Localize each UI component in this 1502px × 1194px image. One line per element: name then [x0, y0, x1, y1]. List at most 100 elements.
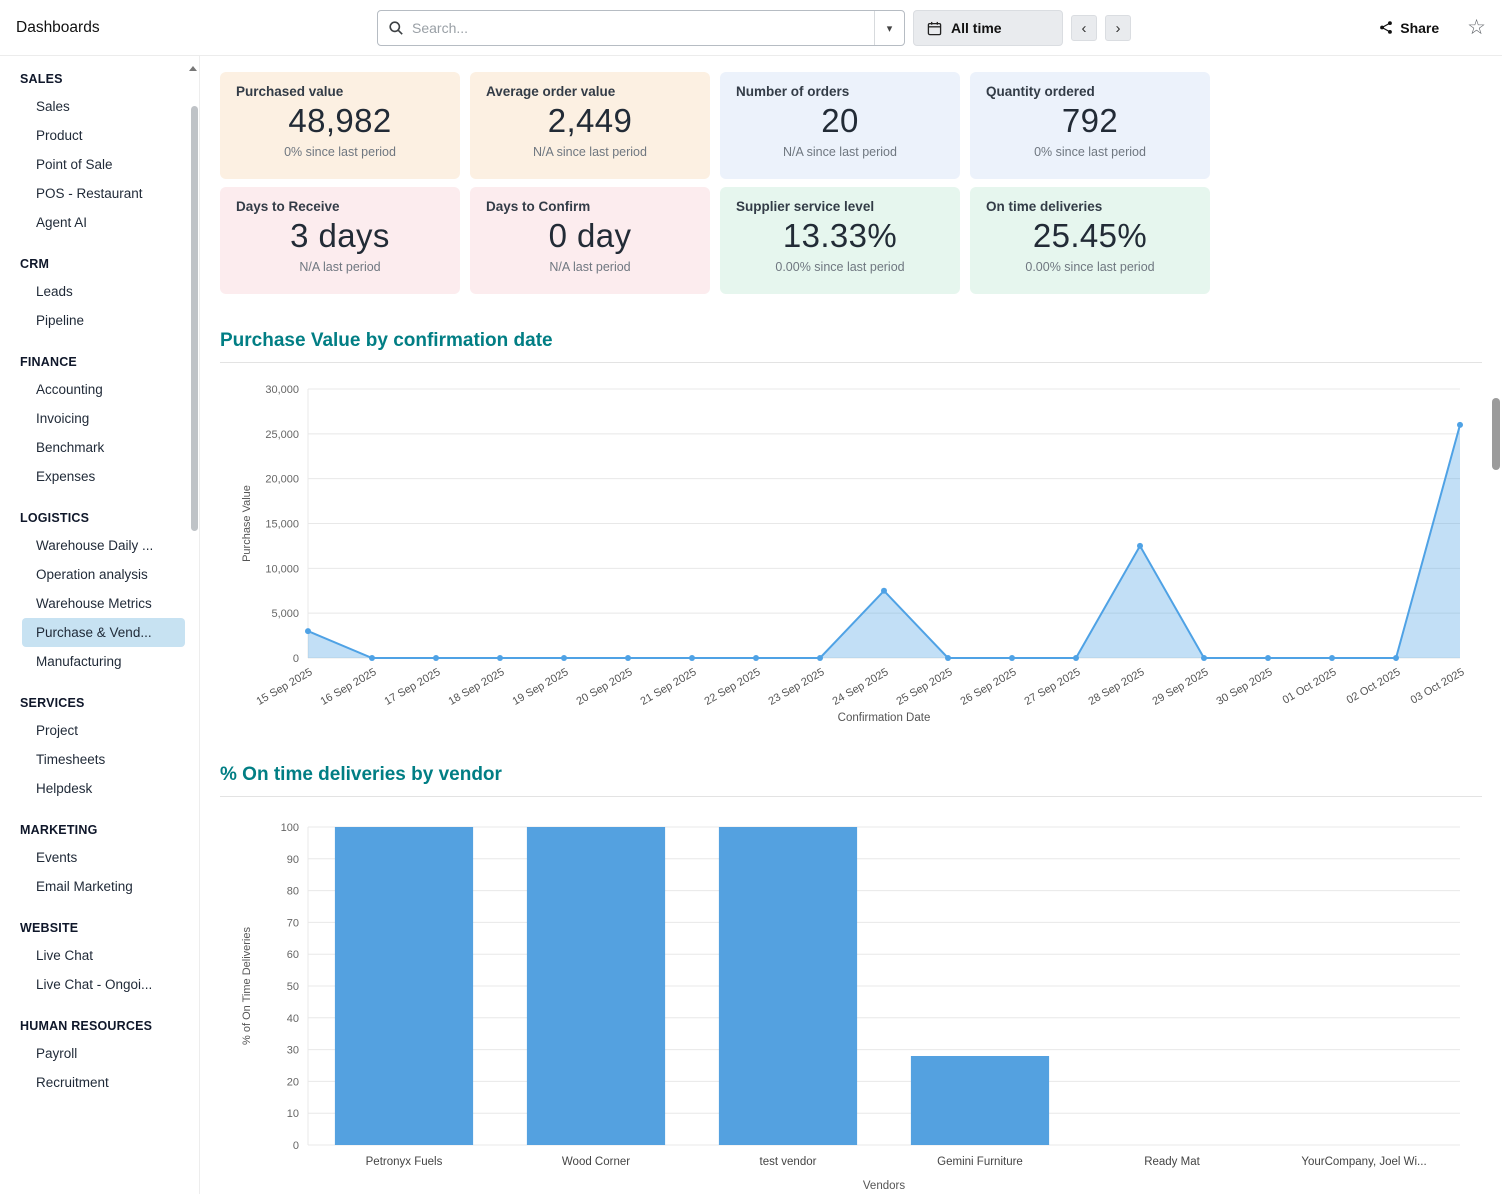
svg-text:60: 60: [287, 949, 299, 961]
svg-text:29 Sep 2025: 29 Sep 2025: [1150, 666, 1210, 708]
calendar-icon: [927, 21, 942, 36]
data-point[interactable]: [497, 655, 503, 661]
kpi-title: Days to Receive: [236, 199, 444, 214]
sidebar-item-helpdesk[interactable]: Helpdesk: [22, 774, 185, 803]
next-period-button[interactable]: ›: [1105, 15, 1131, 41]
kpi-subtitle: 0% since last period: [236, 145, 444, 159]
svg-text:26 Sep 2025: 26 Sep 2025: [958, 666, 1018, 708]
kpi-subtitle: 0% since last period: [986, 145, 1194, 159]
svg-text:21 Sep 2025: 21 Sep 2025: [638, 666, 698, 708]
svg-text:test vendor: test vendor: [760, 1156, 817, 1168]
kpi-card-purchased-value: Purchased value48,9820% since last perio…: [220, 72, 460, 179]
dashboard-content: Purchased value48,9820% since last perio…: [200, 56, 1502, 1194]
bar-test-vendor[interactable]: [719, 827, 857, 1145]
kpi-card-average-order-value: Average order value2,449N/A since last p…: [470, 72, 710, 179]
data-point[interactable]: [369, 655, 375, 661]
svg-text:30 Sep 2025: 30 Sep 2025: [1214, 666, 1274, 708]
data-point[interactable]: [1073, 655, 1079, 661]
data-point[interactable]: [1009, 655, 1015, 661]
bar-wood-corner[interactable]: [527, 827, 665, 1145]
sidebar-item-timesheets[interactable]: Timesheets: [22, 745, 185, 774]
kpi-value: 792: [986, 102, 1194, 140]
sidebar-item-project[interactable]: Project: [22, 716, 185, 745]
sidebar-item-recruitment[interactable]: Recruitment: [22, 1068, 185, 1097]
previous-period-button[interactable]: ‹: [1071, 15, 1097, 41]
search-box[interactable]: ▾: [377, 10, 905, 46]
sidebar-section-sales: SALES: [0, 62, 199, 92]
sidebar-item-pos-restaurant[interactable]: POS - Restaurant: [22, 179, 185, 208]
sidebar-item-live-chat-ongoi[interactable]: Live Chat - Ongoi...: [22, 970, 185, 999]
data-point[interactable]: [1137, 543, 1143, 549]
sidebar-item-payroll[interactable]: Payroll: [22, 1039, 185, 1068]
svg-text:20: 20: [287, 1076, 299, 1088]
date-filter-button[interactable]: All time: [913, 10, 1063, 46]
svg-text:100: 100: [281, 822, 299, 834]
svg-text:Purchase Value: Purchase Value: [241, 485, 253, 562]
svg-text:10,000: 10,000: [265, 563, 299, 575]
sidebar-item-purchase-vend[interactable]: Purchase & Vend...: [22, 618, 185, 647]
svg-text:20,000: 20,000: [265, 474, 299, 486]
sidebar-item-point-of-sale[interactable]: Point of Sale: [22, 150, 185, 179]
svg-text:25 Sep 2025: 25 Sep 2025: [894, 666, 954, 708]
svg-text:30,000: 30,000: [265, 384, 299, 396]
data-point[interactable]: [817, 655, 823, 661]
sidebar-scroll-up-arrow[interactable]: [189, 66, 197, 71]
kpi-value: 25.45%: [986, 217, 1194, 255]
data-point[interactable]: [1329, 655, 1335, 661]
kpi-card-days-to-receive: Days to Receive3 daysN/A last period: [220, 187, 460, 294]
sidebar-item-email-marketing[interactable]: Email Marketing: [22, 872, 185, 901]
sidebar-item-agent-ai[interactable]: Agent AI: [22, 208, 185, 237]
data-point[interactable]: [1265, 655, 1271, 661]
favorite-star-icon[interactable]: ☆: [1467, 17, 1486, 38]
kpi-value: 2,449: [486, 102, 694, 140]
sidebar-item-sales[interactable]: Sales: [22, 92, 185, 121]
svg-text:Ready Mat: Ready Mat: [1144, 1156, 1200, 1168]
share-button[interactable]: Share: [1379, 20, 1439, 36]
kpi-title: Purchased value: [236, 84, 444, 99]
data-point[interactable]: [561, 655, 567, 661]
search-dropdown-toggle[interactable]: ▾: [874, 11, 904, 45]
date-filter-label: All time: [951, 20, 1002, 36]
bar-gemini-furniture[interactable]: [911, 1056, 1049, 1145]
svg-text:40: 40: [287, 1013, 299, 1025]
svg-text:16 Sep 2025: 16 Sep 2025: [318, 666, 378, 708]
sidebar-item-operation-analysis[interactable]: Operation analysis: [22, 560, 185, 589]
svg-text:50: 50: [287, 981, 299, 993]
data-point[interactable]: [305, 628, 311, 634]
kpi-card-on-time-deliveries: On time deliveries25.45%0.00% since last…: [970, 187, 1210, 294]
sidebar-item-expenses[interactable]: Expenses: [22, 462, 185, 491]
bar-petronyx-fuels[interactable]: [335, 827, 473, 1145]
data-point[interactable]: [1201, 655, 1207, 661]
sidebar-item-leads[interactable]: Leads: [22, 277, 185, 306]
sidebar-scrollbar[interactable]: [191, 106, 198, 531]
data-point[interactable]: [881, 588, 887, 594]
sidebar-item-warehouse-metrics[interactable]: Warehouse Metrics: [22, 589, 185, 618]
kpi-subtitle: N/A last period: [486, 260, 694, 274]
sidebar-item-events[interactable]: Events: [22, 843, 185, 872]
search-input[interactable]: [412, 11, 874, 45]
data-point[interactable]: [945, 655, 951, 661]
svg-text:17 Sep 2025: 17 Sep 2025: [382, 666, 442, 708]
sidebar-item-accounting[interactable]: Accounting: [22, 375, 185, 404]
sidebar-item-warehouse-daily[interactable]: Warehouse Daily ...: [22, 531, 185, 560]
page-scrollbar[interactable]: [1492, 398, 1500, 470]
data-point[interactable]: [433, 655, 439, 661]
kpi-card-number-of-orders: Number of orders20N/A since last period: [720, 72, 960, 179]
sidebar-item-invoicing[interactable]: Invoicing: [22, 404, 185, 433]
sidebar-section-human-resources: HUMAN RESOURCES: [0, 1009, 199, 1039]
sidebar-item-live-chat[interactable]: Live Chat: [22, 941, 185, 970]
sidebar-item-product[interactable]: Product: [22, 121, 185, 150]
kpi-value: 20: [736, 102, 944, 140]
sidebar-item-manufacturing[interactable]: Manufacturing: [22, 647, 185, 676]
data-point[interactable]: [1393, 655, 1399, 661]
data-point[interactable]: [1457, 422, 1463, 428]
sidebar-item-pipeline[interactable]: Pipeline: [22, 306, 185, 335]
data-point[interactable]: [689, 655, 695, 661]
svg-text:Confirmation Date: Confirmation Date: [838, 712, 931, 724]
svg-text:YourCompany, Joel Wi...: YourCompany, Joel Wi...: [1301, 1156, 1426, 1168]
sidebar-item-benchmark[interactable]: Benchmark: [22, 433, 185, 462]
svg-text:0: 0: [293, 1140, 299, 1152]
sidebar-section-website: WEBSITE: [0, 911, 199, 941]
data-point[interactable]: [753, 655, 759, 661]
data-point[interactable]: [625, 655, 631, 661]
